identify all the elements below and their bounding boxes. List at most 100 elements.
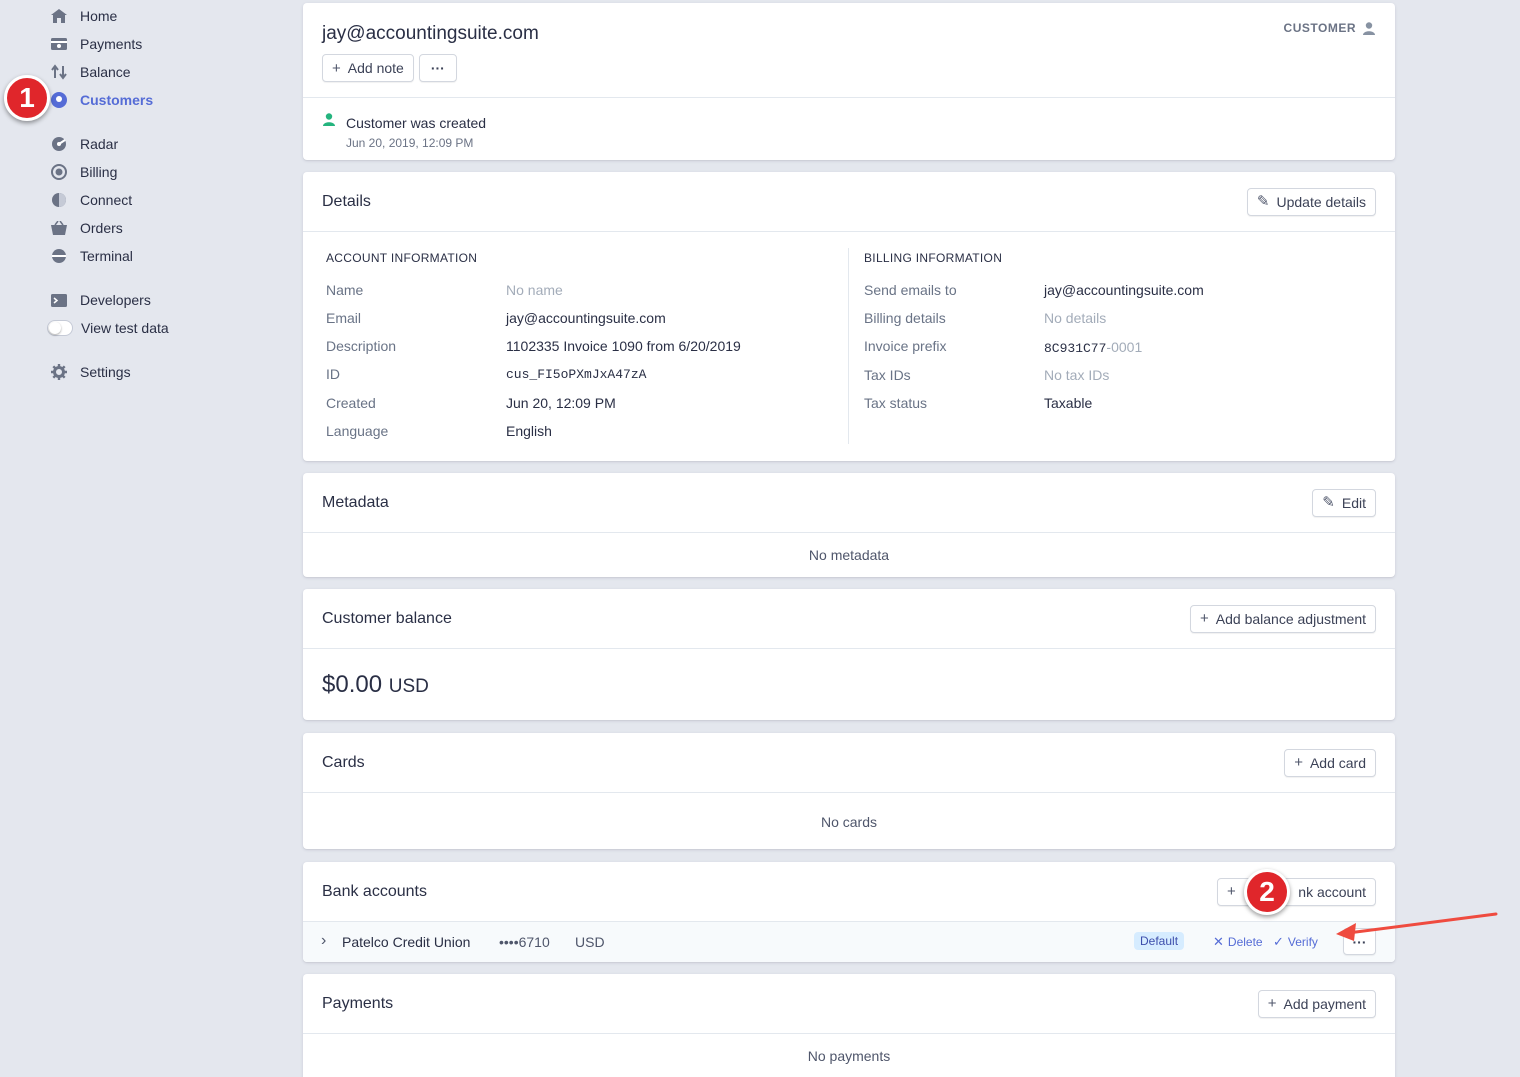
- account-label: ID: [326, 366, 340, 382]
- add-bank-account-label: nk account: [1298, 883, 1366, 900]
- balance-title: Customer balance: [322, 609, 452, 627]
- balance-currency: USD: [388, 676, 429, 697]
- pencil-icon: ✎: [1256, 193, 1270, 210]
- bank-account-row[interactable]: › Patelco Credit Union ••••6710 USD Defa…: [303, 922, 1395, 962]
- terminal-icon: [50, 247, 68, 265]
- verify-bank-link[interactable]: ✓ Verify: [1273, 934, 1318, 950]
- event-title: Customer was created: [346, 115, 487, 131]
- sidebar-item-payments[interactable]: Payments: [50, 33, 142, 55]
- sidebar-item-customers[interactable]: Customers: [50, 89, 153, 111]
- check-icon: ✓: [1273, 934, 1284, 949]
- details-divider: [848, 248, 849, 444]
- account-label: Email: [326, 310, 362, 326]
- billing-label: Invoice prefix: [864, 338, 947, 354]
- sidebar: Home Payments Balance Customers Radar Bi…: [0, 0, 290, 1077]
- account-value: Jun 20, 12:09 PM: [506, 395, 616, 411]
- account-label: Description: [326, 338, 397, 354]
- account-value: 1102335 Invoice 1090 from 6/20/2019: [506, 338, 741, 354]
- sidebar-item-label: Connect: [80, 192, 133, 208]
- update-details-button[interactable]: ✎ Update details: [1246, 187, 1376, 216]
- account-value: jay@accountingsuite.com: [506, 310, 666, 326]
- plus-icon: +: [1227, 883, 1236, 900]
- account-label: Language: [326, 423, 389, 439]
- chevron-right-icon[interactable]: ›: [321, 932, 326, 950]
- step-2-marker: 2: [1244, 869, 1290, 915]
- person-icon: [1363, 21, 1375, 35]
- edit-metadata-button[interactable]: ✎ Edit: [1312, 488, 1376, 517]
- more-actions-button[interactable]: ···: [418, 54, 457, 82]
- customer-created-icon: [323, 113, 335, 126]
- sidebar-item-orders[interactable]: Orders: [50, 217, 123, 239]
- connect-icon: [50, 191, 68, 209]
- developers-icon: [50, 291, 68, 309]
- test-data-toggle[interactable]: [47, 320, 73, 336]
- payments-title: Payments: [322, 994, 394, 1012]
- add-balance-adjustment-button[interactable]: + Add balance adjustment: [1190, 604, 1376, 633]
- annotation-arrow: [1336, 912, 1498, 941]
- sidebar-item-connect[interactable]: Connect: [50, 189, 132, 211]
- no-payments-text: No payments: [807, 1048, 891, 1064]
- bank-name: Patelco Credit Union: [342, 934, 471, 950]
- add-payment-button[interactable]: + Add payment: [1257, 989, 1376, 1018]
- billing-icon: [50, 163, 68, 181]
- billing-info-heading: BILLING INFORMATION: [864, 251, 1003, 265]
- sidebar-item-label: Settings: [80, 364, 131, 380]
- account-label: Created: [326, 395, 376, 411]
- add-bank-account-button[interactable]: + nk account: [1217, 877, 1376, 906]
- balance-icon: [50, 63, 68, 81]
- sidebar-item-terminal[interactable]: Terminal: [50, 245, 133, 267]
- radar-icon: [50, 135, 68, 153]
- bank-last4: ••••6710: [499, 934, 550, 950]
- plus-icon: +: [332, 59, 341, 77]
- sidebar-item-label: Radar: [80, 136, 119, 152]
- sidebar-item-label: Home: [80, 8, 118, 24]
- sidebar-item-developers[interactable]: Developers: [50, 289, 151, 311]
- orders-icon: [50, 219, 68, 237]
- billing-label: Send emails to: [864, 282, 957, 298]
- invoice-prefix: 8C931C77: [1044, 341, 1107, 356]
- sidebar-item-settings[interactable]: Settings: [50, 361, 131, 383]
- bank-accounts-title: Bank accounts: [322, 882, 427, 900]
- account-value: English: [506, 423, 552, 439]
- sidebar-item-balance[interactable]: Balance: [50, 61, 131, 83]
- sidebar-item-billing[interactable]: Billing: [50, 161, 117, 183]
- billing-label: Tax status: [864, 395, 928, 411]
- billing-value: jay@accountingsuite.com: [1044, 282, 1204, 298]
- sidebar-item-home[interactable]: Home: [50, 5, 117, 27]
- close-icon: ✕: [1213, 934, 1224, 949]
- customer-email-title: jay@accountingsuite.com: [322, 23, 539, 44]
- home-icon: [50, 7, 68, 25]
- plus-icon: +: [1267, 995, 1277, 1012]
- account-value[interactable]: cus_FI5oPXmJxA47zA: [506, 367, 646, 382]
- add-note-button[interactable]: + Add note: [322, 54, 414, 82]
- add-payment-label: Add payment: [1283, 995, 1367, 1012]
- add-balance-label: Add balance adjustment: [1215, 610, 1366, 627]
- bank-accounts-card: Bank accounts + nk account › Patelco Cred…: [303, 862, 1395, 962]
- account-info-heading: ACCOUNT INFORMATION: [326, 251, 478, 265]
- plus-icon: +: [1200, 610, 1209, 627]
- plus-icon: +: [1294, 754, 1303, 771]
- no-metadata-text: No metadata: [808, 547, 890, 563]
- step-1-marker: 1: [4, 75, 50, 121]
- billing-label: Tax IDs: [864, 367, 911, 383]
- edit-label: Edit: [1341, 494, 1366, 511]
- billing-value: Taxable: [1044, 395, 1093, 411]
- balance-amount: $0.00 USD: [322, 671, 429, 699]
- add-card-button[interactable]: + Add card: [1284, 748, 1376, 777]
- verify-label: Verify: [1287, 935, 1318, 949]
- add-card-label: Add card: [1309, 754, 1366, 771]
- sidebar-item-label: Terminal: [80, 248, 133, 264]
- no-cards-text: No cards: [820, 814, 878, 830]
- delete-label: Delete: [1227, 935, 1263, 949]
- sidebar-item-label: Developers: [80, 292, 151, 308]
- metadata-card: Metadata ✎ Edit No metadata: [303, 473, 1395, 577]
- delete-bank-link[interactable]: ✕ Delete: [1213, 934, 1263, 950]
- customer-header-card: jay@accountingsuite.com CUSTOMER + Add no…: [303, 3, 1395, 160]
- payments-card: Payments + Add payment No payments: [303, 974, 1395, 1077]
- cards-title: Cards: [322, 753, 365, 771]
- sidebar-item-view-test-data[interactable]: View test data: [47, 317, 169, 339]
- details-card: Details ✎ Update details ACCOUNT INFORMAT…: [303, 172, 1395, 461]
- update-details-label: Update details: [1276, 193, 1366, 210]
- account-label: Name: [326, 282, 364, 298]
- sidebar-item-radar[interactable]: Radar: [50, 133, 118, 155]
